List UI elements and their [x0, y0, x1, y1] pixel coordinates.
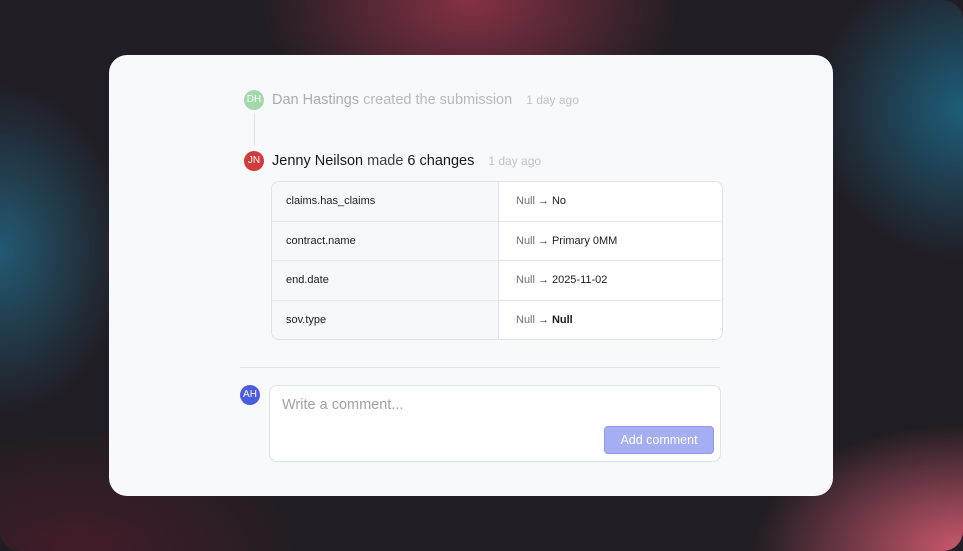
field-name: end.date [272, 261, 499, 300]
new-value: No [551, 195, 567, 208]
activity-event-created: Dan Hastings created the submission 1 da… [272, 92, 579, 108]
add-comment-button[interactable]: Add comment [604, 426, 714, 454]
event-user[interactable]: Dan Hastings [272, 92, 359, 108]
event-action: created the submission [363, 92, 513, 108]
arrow-right-icon: → [537, 313, 549, 326]
new-value: Null [551, 313, 573, 326]
old-value: Null [516, 274, 535, 287]
event-user[interactable]: Jenny Neilson [272, 153, 363, 169]
changes-count[interactable]: 6 changes [407, 153, 474, 169]
avatar: AH [240, 385, 260, 405]
new-value: Primary 0MM [551, 234, 618, 247]
comment-composer: Add comment [269, 385, 721, 462]
table-row: sov.type Null → Null [272, 299, 722, 340]
field-change: Null → 2025-11-02 [499, 261, 722, 300]
old-value: Null [516, 195, 535, 208]
divider [240, 367, 720, 368]
field-change: Null → Primary 0MM [499, 222, 722, 261]
arrow-right-icon: → [537, 234, 549, 247]
event-timestamp: 1 day ago [526, 93, 579, 107]
changes-table: claims.has_claims Null → No contract.nam… [271, 181, 723, 340]
activity-card: DH Dan Hastings created the submission 1… [109, 55, 833, 496]
timeline-connector [254, 113, 255, 146]
old-value: Null [516, 234, 535, 247]
event-action: made [367, 153, 404, 169]
table-row: claims.has_claims Null → No [272, 182, 722, 221]
field-name: contract.name [272, 221, 499, 260]
event-timestamp: 1 day ago [488, 154, 542, 168]
field-change: Null → No [499, 182, 722, 221]
arrow-right-icon: → [537, 274, 549, 287]
new-value: 2025-11-02 [551, 274, 608, 287]
field-name: sov.type [272, 300, 499, 339]
old-value: Null [516, 313, 535, 326]
arrow-right-icon: → [537, 195, 549, 208]
table-row: end.date Null → 2025-11-02 [272, 260, 722, 300]
comment-input[interactable] [282, 396, 582, 414]
field-name: claims.has_claims [272, 182, 499, 221]
activity-event-changes: Jenny Neilson made 6 changes 1 day ago [272, 153, 541, 169]
table-row: contract.name Null → Primary 0MM [272, 220, 722, 261]
field-change: Null → Null [499, 301, 722, 340]
avatar: JN [244, 151, 264, 171]
avatar: DH [244, 90, 264, 110]
